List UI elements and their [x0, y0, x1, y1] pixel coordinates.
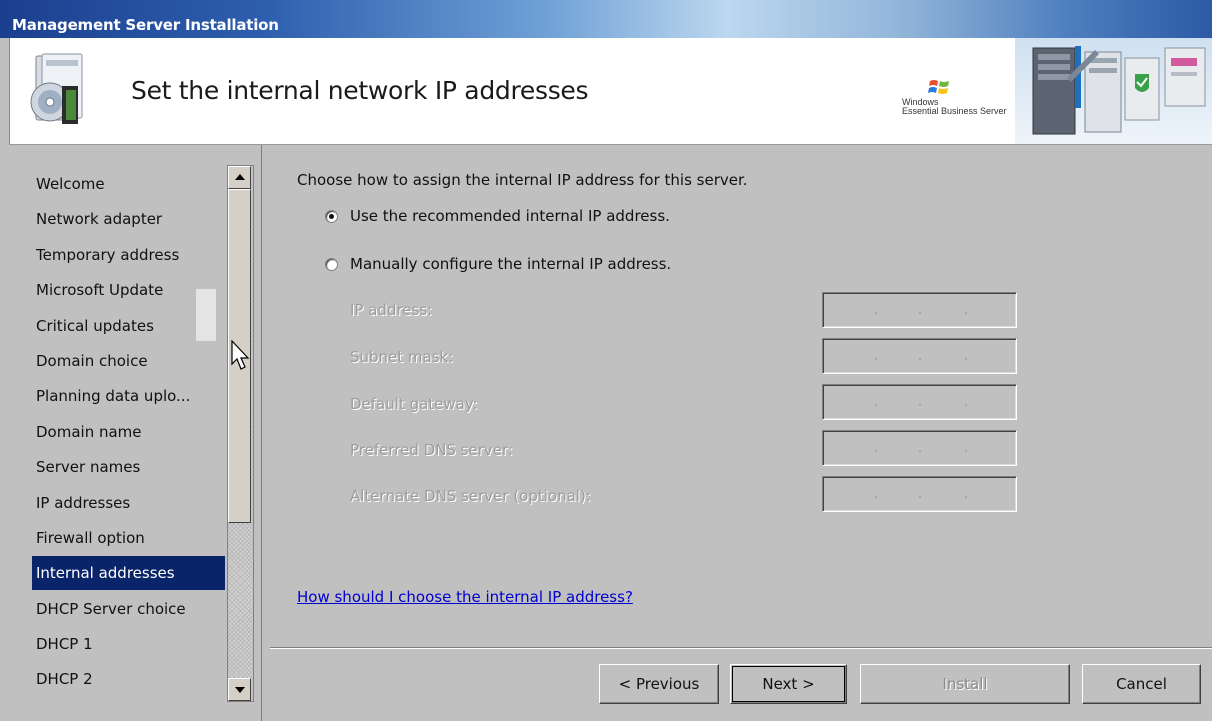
step-item-label: Microsoft Update	[36, 281, 164, 300]
cancel-button[interactable]: Cancel	[1082, 664, 1201, 704]
default-gateway-input[interactable]	[822, 384, 1017, 420]
server-graphic	[1015, 38, 1212, 144]
octet-separator	[919, 450, 921, 452]
step-item[interactable]: Welcome	[32, 167, 220, 202]
title-bar[interactable]: Management Server Installation	[0, 0, 1212, 38]
brand-line-2: Essential Business Server	[902, 106, 1007, 116]
octet-separator	[919, 404, 921, 406]
step-item-label: Domain choice	[36, 351, 148, 370]
octet-separator	[965, 358, 967, 360]
radio-recommended[interactable]	[325, 209, 338, 223]
step-item[interactable]: DHCP 1	[32, 627, 220, 662]
arrow-up-icon	[235, 174, 245, 180]
octet-separator	[875, 404, 877, 406]
step-item[interactable]: DHCP 2	[32, 662, 220, 697]
footer-divider	[270, 647, 1212, 649]
steps-list: Welcome Network adapter Temporary address M…	[32, 167, 225, 698]
step-item-label: Critical updates	[36, 316, 154, 335]
next-button[interactable]: Next >	[730, 664, 847, 704]
step-item-label: Firewall option	[36, 528, 145, 547]
scroll-down-button[interactable]	[228, 678, 251, 701]
tooltip-remnant	[196, 289, 216, 341]
step-item[interactable]: Network adapter	[32, 202, 220, 237]
step-item[interactable]: Internal addresses	[32, 556, 225, 591]
steps-panel: Welcome Network adapter Temporary address M…	[9, 145, 262, 721]
step-item[interactable]: Domain name	[32, 415, 220, 450]
step-item[interactable]: DHCP Server choice	[32, 592, 220, 627]
octet-separator	[965, 404, 967, 406]
preferred-dns-label: Preferred DNS server:	[350, 441, 513, 459]
header-banner: Set the internal network IP addresses Wi…	[9, 38, 1212, 145]
step-item[interactable]: Server names	[32, 450, 220, 485]
previous-button[interactable]: < Previous	[599, 664, 719, 704]
mouse-cursor-icon	[231, 340, 250, 370]
step-item[interactable]: Temporary address	[32, 238, 220, 273]
preferred-dns-input[interactable]	[822, 430, 1017, 466]
octet-separator	[919, 358, 921, 360]
octet-separator	[875, 450, 877, 452]
step-item[interactable]: Domain choice	[32, 344, 220, 379]
brand-text: Windows Essential Business Server	[902, 98, 1007, 116]
setup-wizard-icon	[30, 53, 83, 124]
default-gateway-label: Default gateway:	[350, 395, 478, 413]
step-item-label: Temporary address	[36, 245, 180, 264]
step-item-label: DHCP 1	[36, 635, 93, 654]
windows-ebs-logo: Windows Essential Business Server	[890, 78, 1020, 118]
octet-separator	[965, 312, 967, 314]
radio-manual[interactable]	[325, 257, 338, 271]
step-item-label: DHCP Server choice	[36, 599, 186, 618]
install-button[interactable]: Install	[860, 664, 1070, 704]
alternate-dns-label: Alternate DNS server (optional):	[350, 487, 591, 505]
option-manual[interactable]: Manually configure the internal IP addre…	[325, 255, 671, 273]
content-panel: Choose how to assign the internal IP add…	[270, 145, 1212, 721]
arrow-down-icon	[235, 687, 245, 693]
step-item-label: Server names	[36, 458, 141, 477]
option-manual-label: Manually configure the internal IP addre…	[350, 255, 672, 273]
step-item-label: Network adapter	[36, 210, 163, 229]
step-item-label: Planning data uplo...	[36, 387, 191, 406]
octet-separator	[875, 496, 877, 498]
help-link[interactable]: How should I choose the internal IP addr…	[297, 588, 633, 606]
ip-address-input[interactable]	[822, 292, 1017, 328]
step-item-label: Domain name	[36, 422, 142, 441]
ip-address-label: IP address:	[350, 301, 433, 319]
windows-flag-icon	[928, 80, 949, 94]
octet-separator	[875, 312, 877, 314]
option-recommended[interactable]: Use the recommended internal IP address.	[325, 207, 670, 225]
octet-separator	[965, 496, 967, 498]
scroll-up-button[interactable]	[228, 166, 251, 189]
step-item-label: IP addresses	[36, 493, 131, 512]
step-item[interactable]: Firewall option	[32, 521, 220, 556]
option-recommended-label: Use the recommended internal IP address.	[350, 207, 670, 225]
step-item-label: Internal addresses	[32, 556, 225, 591]
subnet-mask-label: Subnet mask:	[350, 348, 454, 366]
octet-separator	[919, 312, 921, 314]
step-item-label: DHCP 2	[36, 670, 93, 689]
step-item[interactable]: Critical updates	[32, 309, 220, 344]
window-title: Management Server Installation	[12, 16, 279, 34]
step-item[interactable]: Planning data uplo...	[32, 379, 220, 414]
octet-separator	[919, 496, 921, 498]
installer-window: Management Server Installation Set the i…	[0, 0, 1212, 721]
page-title: Set the internal network IP addresses	[131, 76, 589, 105]
step-item[interactable]: IP addresses	[32, 486, 220, 521]
step-item-label: Welcome	[36, 175, 105, 193]
subnet-mask-input[interactable]	[822, 338, 1017, 374]
alternate-dns-input[interactable]	[822, 476, 1017, 512]
octet-separator	[965, 450, 967, 452]
instruction-text: Choose how to assign the internal IP add…	[297, 171, 748, 189]
octet-separator	[875, 358, 877, 360]
step-item[interactable]: Microsoft Update	[32, 273, 220, 308]
steps-scrollbar[interactable]	[227, 165, 254, 702]
